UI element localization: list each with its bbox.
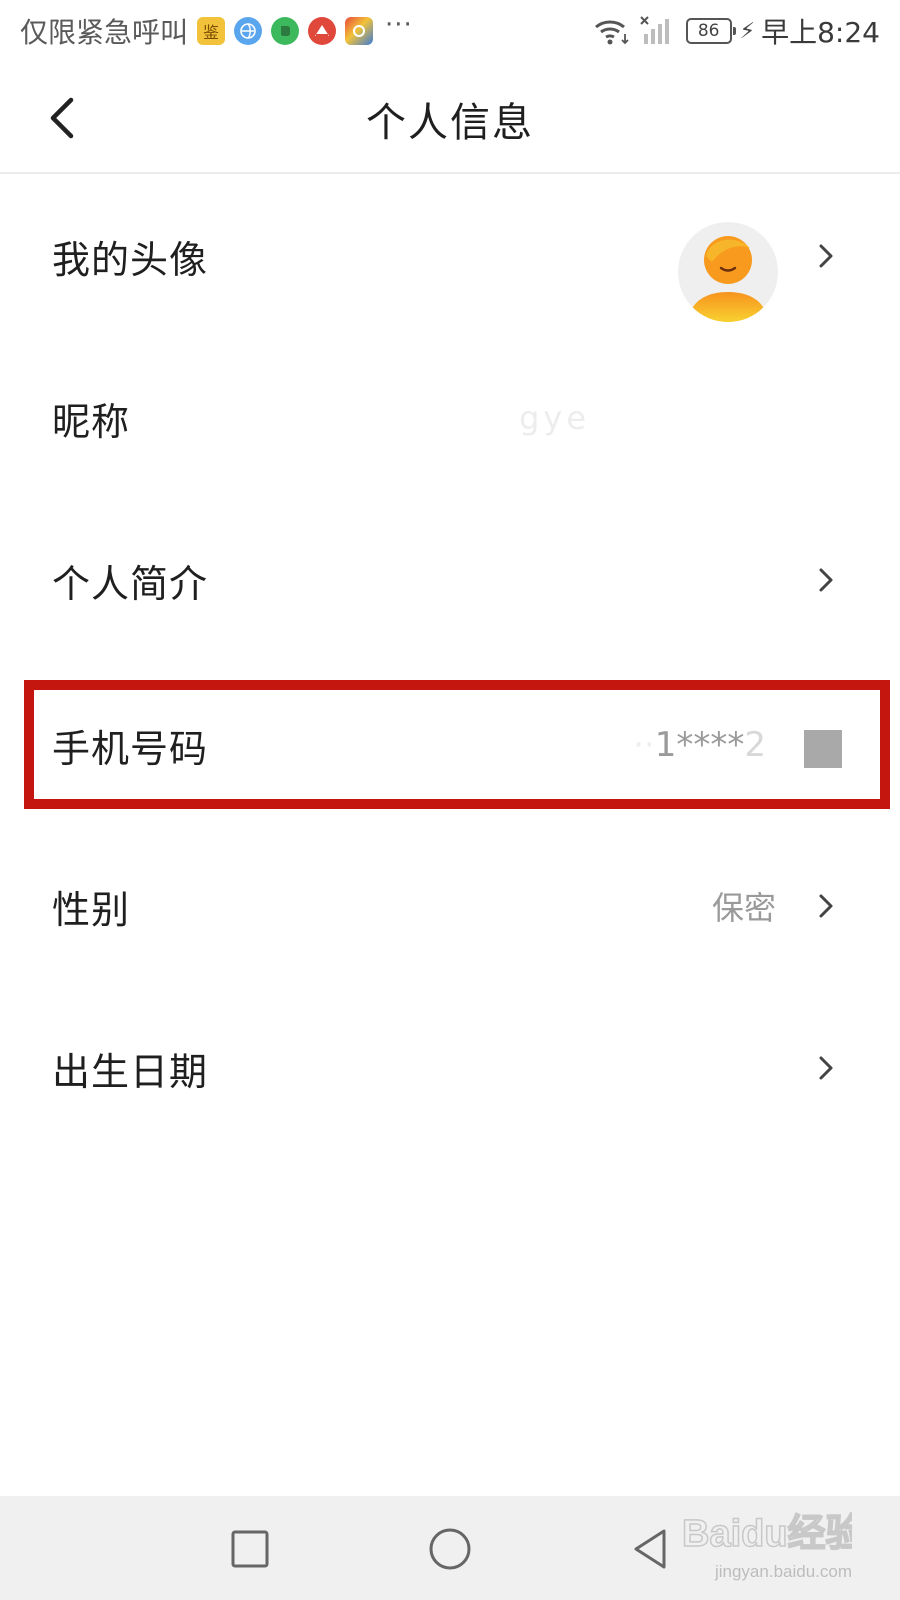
- row-label: 我的头像: [52, 237, 209, 282]
- avatar-image: [688, 236, 768, 322]
- chevron-right-icon: [812, 176, 840, 336]
- nickname-value: gye: [519, 399, 590, 437]
- navigation-header: 个人信息: [0, 62, 900, 174]
- carrier-text: 仅限紧急呼叫: [20, 16, 189, 49]
- status-left: 仅限紧急呼叫 鉴 ···: [20, 12, 413, 50]
- redaction-box: [804, 730, 842, 768]
- row-birthday[interactable]: 出生日期: [0, 988, 900, 1148]
- red-app-icon: [308, 17, 337, 45]
- chevron-right-icon: [812, 500, 840, 660]
- status-bar: 仅限紧急呼叫 鉴 ··· 86 ⚡ 早上8:24: [0, 0, 900, 62]
- colorful-app-icon: [345, 17, 374, 45]
- phone-value: ·· 1 **** 2: [633, 725, 766, 765]
- battery-icon: 86: [685, 18, 736, 44]
- evernote-icon: [271, 17, 300, 45]
- row-label: 个人简介: [52, 561, 209, 606]
- browser-icon: [234, 17, 263, 45]
- row-bio[interactable]: 个人简介: [0, 500, 900, 660]
- triangle-back-icon: [634, 1529, 666, 1569]
- chevron-right-icon: [812, 826, 840, 986]
- clock-text: 早上8:24: [761, 16, 880, 49]
- status-right: 86 ⚡ 早上8:24: [592, 12, 880, 50]
- wifi-icon: [594, 20, 629, 45]
- square-icon: [231, 1530, 269, 1568]
- jian-app-icon: 鉴: [197, 17, 226, 45]
- charging-icon: ⚡: [739, 18, 756, 44]
- row-label: 出生日期: [52, 1049, 209, 1094]
- phone-suffix: 2: [744, 725, 766, 765]
- avatar[interactable]: [678, 222, 778, 322]
- row-nickname[interactable]: 昵称 gye: [0, 338, 900, 498]
- recents-button[interactable]: [220, 1524, 280, 1574]
- baidu-jingyan-logo: Baidu经验: [682, 1512, 852, 1556]
- home-button[interactable]: [420, 1524, 480, 1574]
- more-notifications-icon: ···: [385, 10, 413, 40]
- row-phone[interactable]: 手机号码 ·· 1 **** 2: [0, 665, 900, 825]
- phone-prefix: 1: [654, 725, 677, 765]
- row-label: 昵称: [52, 399, 131, 444]
- row-avatar[interactable]: 我的头像: [0, 176, 900, 336]
- row-label: 性别: [52, 887, 131, 932]
- phone-mask: ****: [676, 725, 745, 765]
- row-label: 手机号码: [52, 726, 209, 771]
- page-title: 个人信息: [366, 100, 534, 146]
- svg-text:Baidu经验: Baidu经验: [682, 1513, 852, 1555]
- watermark-url: jingyan.baidu.com: [714, 1562, 852, 1581]
- system-navigation-bar: Baidu经验 jingyan.baidu.com: [0, 1496, 900, 1600]
- signal-icon: [639, 16, 669, 44]
- chevron-right-icon: [812, 988, 840, 1148]
- row-gender[interactable]: 性别 保密: [0, 826, 900, 986]
- back-nav-button[interactable]: [620, 1524, 680, 1574]
- circle-icon: [429, 1528, 471, 1570]
- gender-value: 保密: [711, 889, 776, 927]
- baidu-watermark: Baidu经验 jingyan.baidu.com: [682, 1504, 852, 1590]
